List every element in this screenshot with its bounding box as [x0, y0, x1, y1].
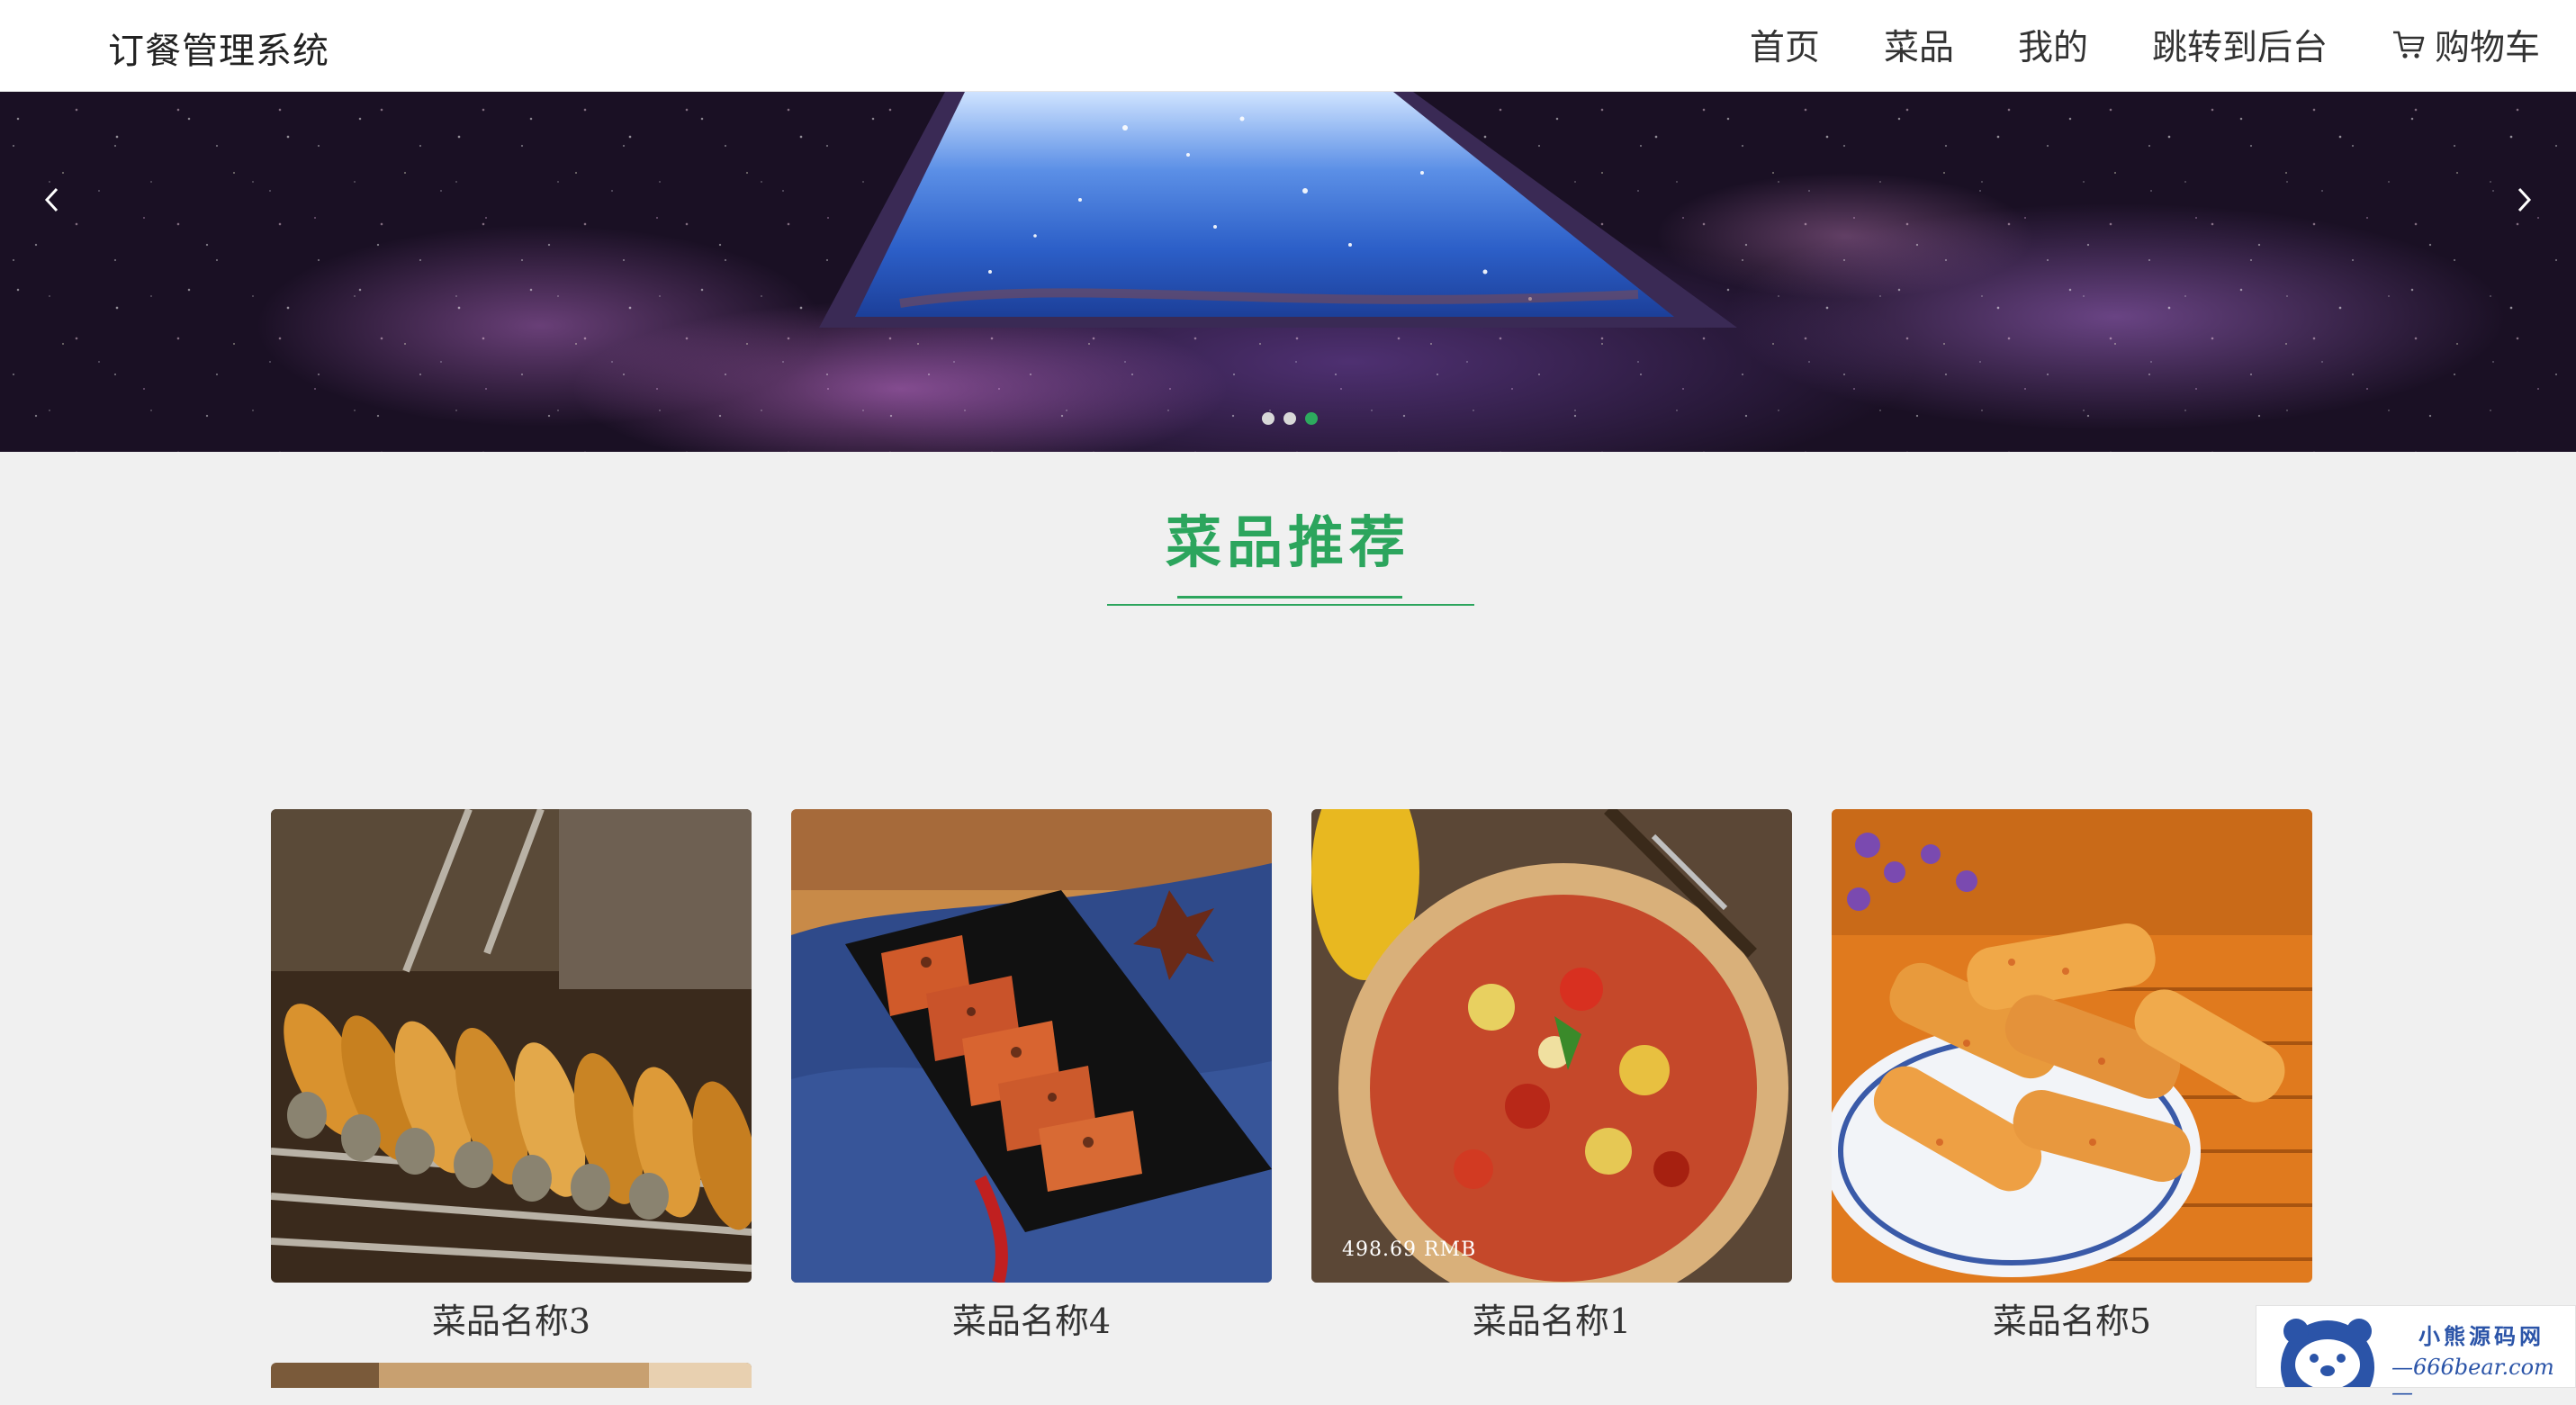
carousel-dot-1[interactable] [1262, 412, 1274, 425]
top-navbar: 订餐管理系统 首页 菜品 我的 跳转到后台 购物车 [0, 0, 2576, 92]
chevron-left-icon [44, 187, 59, 212]
nav-admin[interactable]: 跳转到后台 [2152, 20, 2328, 70]
nav-mine[interactable]: 我的 [2018, 20, 2088, 70]
site-brand[interactable]: 订餐管理系统 [108, 22, 329, 74]
carousel-prev-button[interactable] [25, 164, 79, 236]
title-underline-short [1177, 596, 1402, 599]
dish-name[interactable]: 菜品名称3 [271, 1293, 752, 1343]
banner-pyramid-image [819, 92, 1737, 328]
title-underline-long [1107, 604, 1474, 606]
dish-name[interactable]: 菜品名称1 [1311, 1293, 1792, 1343]
dish-card[interactable] [271, 1363, 752, 1388]
section-title: 菜品推荐 [1165, 509, 1410, 575]
nav-cart[interactable]: 购物车 [2391, 20, 2540, 70]
dish-price: 498.69 RMB [1342, 1238, 1477, 1261]
watermark-badge: 小熊源码网 —666bear.com— [2256, 1305, 2576, 1405]
dish-image[interactable] [791, 809, 1272, 1283]
dish-image[interactable] [1832, 809, 2312, 1283]
carousel-dot-2[interactable] [1283, 412, 1296, 425]
dish-card[interactable]: 菜品名称4 [791, 809, 1272, 1343]
cart-icon [2392, 31, 2425, 59]
hero-carousel[interactable] [0, 92, 2576, 452]
carousel-dot-3[interactable] [1305, 412, 1318, 425]
carousel-next-button[interactable] [2497, 164, 2551, 236]
dish-card[interactable]: 菜品名称5 [1832, 809, 2312, 1343]
carousel-indicators [1262, 412, 1327, 425]
dish-card[interactable]: 菜品名称3 [271, 809, 752, 1343]
nav-dishes[interactable]: 菜品 [1884, 20, 1954, 70]
dish-card[interactable]: 498.69 RMB 菜品名称1 [1311, 809, 1792, 1343]
bear-logo-icon [2281, 1319, 2374, 1387]
nav-cart-label: 购物车 [2434, 28, 2540, 68]
dish-image[interactable] [271, 1363, 752, 1388]
watermark-url: —666bear.com— [2391, 1355, 2554, 1405]
dish-name[interactable]: 菜品名称5 [1832, 1293, 2312, 1343]
dish-name[interactable]: 菜品名称4 [791, 1293, 1272, 1343]
watermark-title: 小熊源码网 [2418, 1324, 2544, 1349]
dish-image[interactable] [271, 809, 752, 1283]
dish-image[interactable]: 498.69 RMB [1311, 809, 1792, 1283]
nav-home[interactable]: 首页 [1750, 20, 1820, 70]
chevron-right-icon [2517, 187, 2532, 212]
main-nav: 首页 菜品 我的 跳转到后台 购物车 [1686, 20, 2540, 70]
